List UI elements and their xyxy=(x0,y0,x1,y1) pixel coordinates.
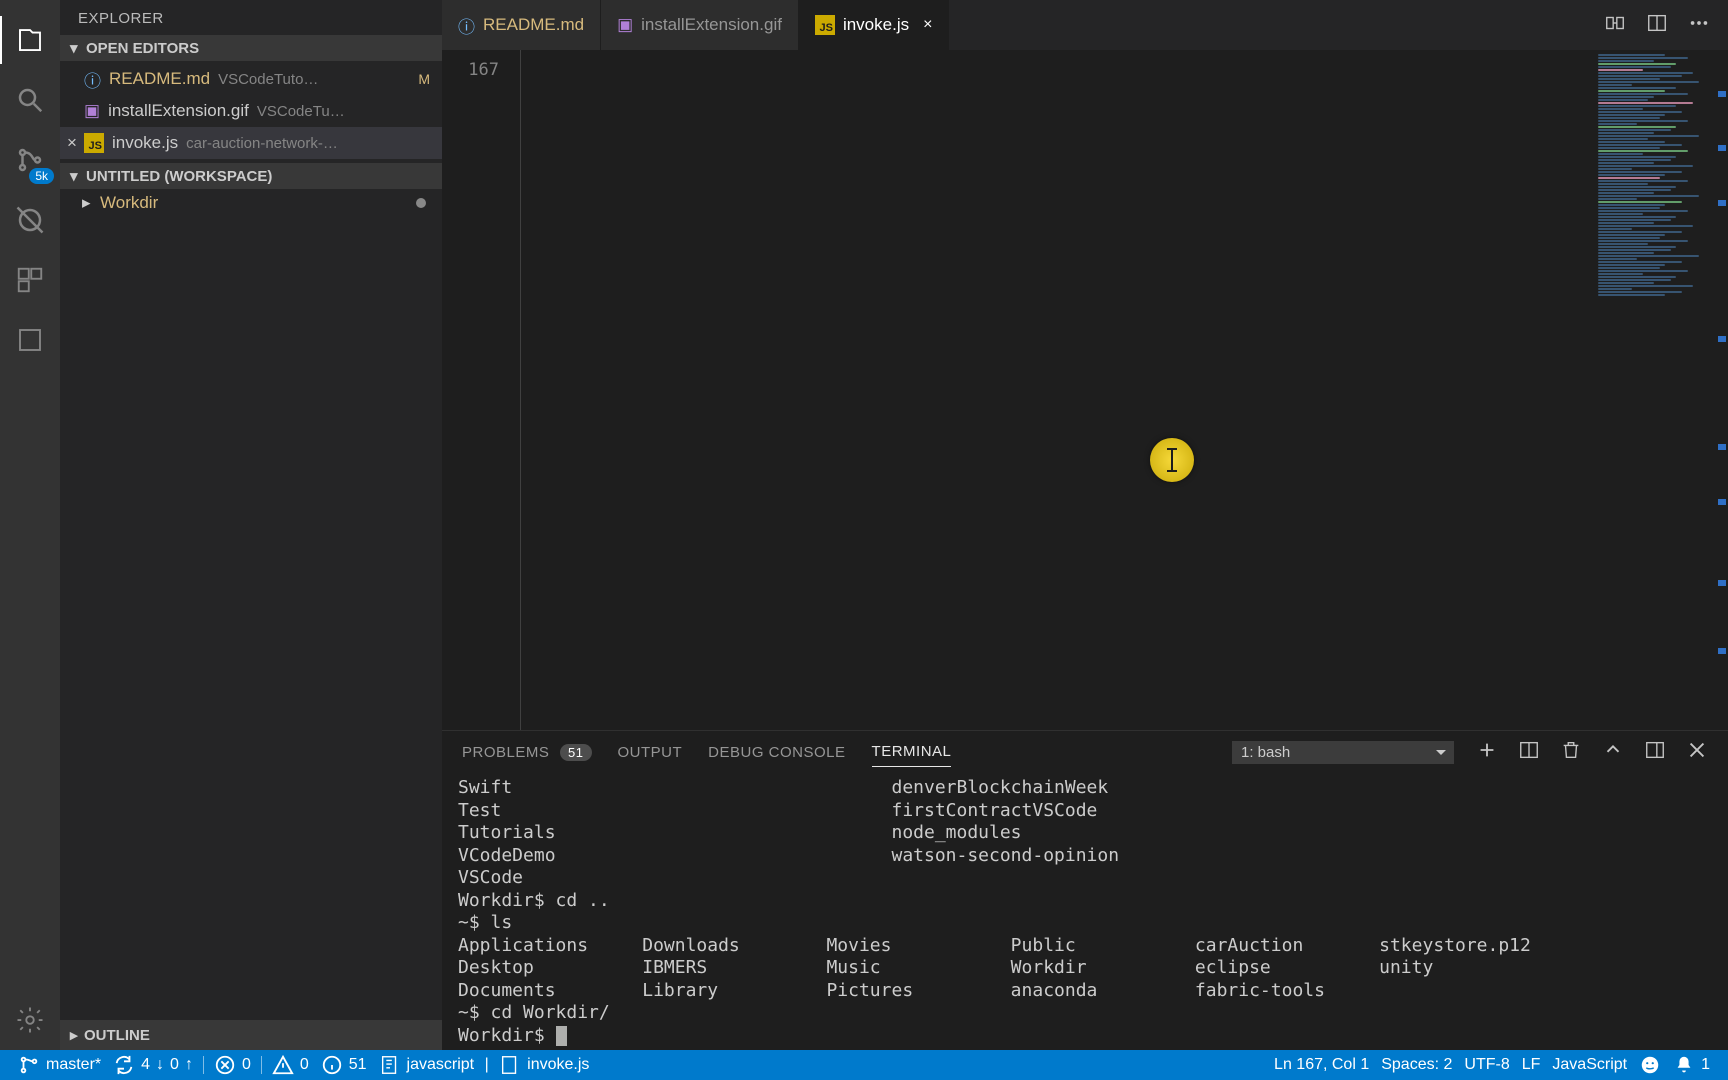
text-cursor-highlight xyxy=(1150,438,1194,482)
compare-icon[interactable] xyxy=(1604,12,1626,39)
chevron-down-icon: ▾ xyxy=(70,167,84,185)
status-notifications[interactable]: 1 xyxy=(1667,1054,1716,1076)
info-icon: ⓘ xyxy=(458,13,475,38)
activity-search-icon[interactable] xyxy=(0,70,60,130)
activity-explorer-icon[interactable] xyxy=(0,10,60,70)
chevron-right-icon: ▸ xyxy=(82,193,94,213)
more-icon[interactable] xyxy=(1688,12,1710,39)
status-cursor[interactable]: Ln 167, Col 1 xyxy=(1268,1056,1375,1074)
split-terminal-icon[interactable] xyxy=(1518,739,1540,766)
kill-terminal-icon[interactable] xyxy=(1560,739,1582,766)
panel-tab-debug[interactable]: DEBUG CONSOLE xyxy=(708,738,845,767)
problems-count-badge: 51 xyxy=(560,744,591,761)
open-editors-list: × ⓘ README.md VSCodeTuto… × ▣ installExt… xyxy=(60,61,442,163)
explorer-sidebar: EXPLORER ▾ OPEN EDITORS × ⓘ README.md VS… xyxy=(60,0,442,1050)
outline-label: OUTLINE xyxy=(84,1027,150,1044)
open-editor-item[interactable]: × ▣ installExtension.gif VSCodeTu… xyxy=(60,95,442,127)
panel-actions xyxy=(1476,739,1708,766)
status-encoding[interactable]: UTF-8 xyxy=(1458,1056,1515,1074)
panel-tab-problems[interactable]: PROBLEMS 51 xyxy=(462,738,592,767)
status-info[interactable]: 51 xyxy=(315,1054,373,1076)
panel-tab-terminal[interactable]: TERMINAL xyxy=(872,737,952,767)
tab-invoke-js[interactable]: JS invoke.js × xyxy=(799,0,949,50)
workspace-header[interactable]: ▾ UNTITLED (WORKSPACE) xyxy=(60,163,442,189)
bottom-panel: PROBLEMS 51 OUTPUT DEBUG CONSOLE TERMINA… xyxy=(442,730,1728,1050)
terminal-output[interactable]: Swift denverBlockchainWeekTest firstCont… xyxy=(442,773,1728,1050)
status-sync[interactable]: 4↓ 0↑ xyxy=(107,1054,199,1076)
code-area[interactable] xyxy=(520,50,1594,730)
open-editors-label: OPEN EDITORS xyxy=(86,40,199,57)
status-indent[interactable]: Spaces: 2 xyxy=(1375,1056,1458,1074)
js-icon: JS xyxy=(815,15,835,35)
status-language-server[interactable]: javascript | invoke.js xyxy=(373,1054,596,1076)
line-gutter: 167 xyxy=(442,50,520,730)
terminal-selector[interactable]: 1: bash xyxy=(1232,741,1454,764)
panel-tabs: PROBLEMS 51 OUTPUT DEBUG CONSOLE TERMINA… xyxy=(442,731,1728,773)
close-panel-icon[interactable] xyxy=(1686,739,1708,766)
app-root: 5k EXPLORER ▾ OPEN EDITORS × ⓘ README.md xyxy=(0,0,1728,1050)
tab-install-gif[interactable]: ▣ installExtension.gif xyxy=(601,0,799,50)
status-eol[interactable]: LF xyxy=(1516,1056,1547,1074)
status-warnings[interactable]: 0 xyxy=(266,1054,315,1076)
open-editor-item[interactable]: × JS invoke.js car-auction-network-… xyxy=(60,127,442,159)
activity-debug-icon[interactable] xyxy=(0,190,60,250)
editor[interactable]: 167 xyxy=(442,50,1728,730)
activity-other-icon[interactable] xyxy=(0,310,60,370)
maximize-panel-icon[interactable] xyxy=(1602,739,1624,766)
tab-bar: ⓘ README.md ▣ installExtension.gif JS in… xyxy=(442,0,1728,50)
image-icon: ▣ xyxy=(84,101,100,121)
arrow-down-icon: ↓ xyxy=(156,1056,164,1074)
activity-scm-icon[interactable]: 5k xyxy=(0,130,60,190)
outline-header[interactable]: ▸ OUTLINE xyxy=(60,1020,442,1050)
js-icon: JS xyxy=(84,133,104,153)
sidebar-title: EXPLORER xyxy=(60,0,442,35)
image-icon: ▣ xyxy=(617,15,633,35)
line-number: 167 xyxy=(442,60,499,80)
activity-bar: 5k xyxy=(0,0,60,1050)
chevron-right-icon: ▸ xyxy=(70,1026,84,1044)
status-language[interactable]: JavaScript xyxy=(1546,1056,1633,1074)
workspace-label: UNTITLED (WORKSPACE) xyxy=(86,168,272,185)
chevron-down-icon: ▾ xyxy=(70,39,84,57)
open-editor-item[interactable]: × ⓘ README.md VSCodeTuto… xyxy=(60,63,442,95)
folder-name: Workdir xyxy=(100,193,158,213)
activity-extensions-icon[interactable] xyxy=(0,250,60,310)
modified-dot-icon xyxy=(416,198,426,208)
split-editor-icon[interactable] xyxy=(1646,12,1668,39)
close-icon[interactable]: × xyxy=(923,16,932,34)
status-bar: master* 4↓ 0↑ 0 0 51 javascript | invoke… xyxy=(0,1050,1728,1080)
workspace-folder[interactable]: ▸ Workdir xyxy=(60,189,442,217)
status-errors[interactable]: 0 xyxy=(208,1054,257,1076)
arrow-up-icon: ↑ xyxy=(185,1056,193,1074)
scm-badge: 5k xyxy=(29,168,54,184)
panel-tab-output[interactable]: OUTPUT xyxy=(618,738,683,767)
new-terminal-icon[interactable] xyxy=(1476,739,1498,766)
activity-settings-icon[interactable] xyxy=(0,990,60,1050)
status-feedback-icon[interactable] xyxy=(1633,1054,1667,1076)
minimap[interactable] xyxy=(1594,50,1714,730)
open-editors-header[interactable]: ▾ OPEN EDITORS xyxy=(60,35,442,61)
main-area: ⓘ README.md ▣ installExtension.gif JS in… xyxy=(442,0,1728,1050)
tab-readme[interactable]: ⓘ README.md xyxy=(442,0,601,50)
close-icon[interactable]: × xyxy=(62,133,82,153)
info-icon: ⓘ xyxy=(84,67,101,92)
tab-actions xyxy=(1586,0,1728,50)
status-branch[interactable]: master* xyxy=(12,1054,107,1076)
toggle-panel-icon[interactable] xyxy=(1644,739,1666,766)
overview-ruler[interactable] xyxy=(1714,50,1728,730)
